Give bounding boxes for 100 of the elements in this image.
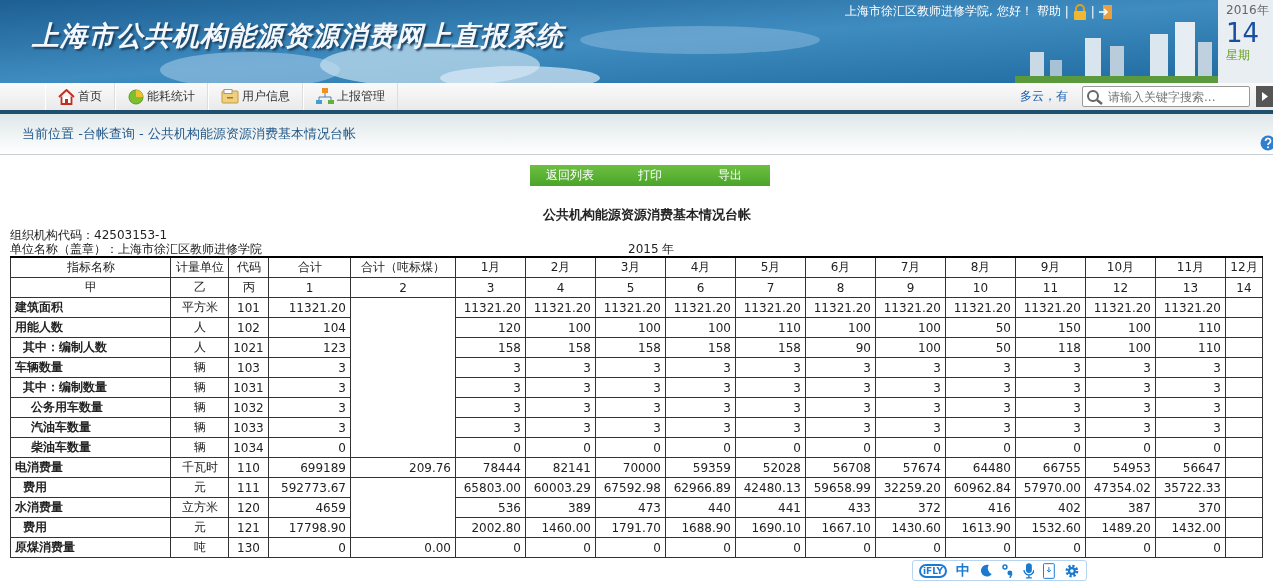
table-cell: 65803.00: [455, 477, 526, 498]
table-cell: 1791.70: [595, 517, 666, 538]
table-cell: 110: [1155, 317, 1226, 338]
tablet-icon[interactable]: [1043, 562, 1056, 579]
table-cell: 209.76: [350, 457, 456, 478]
report-year: 2015 年: [628, 242, 675, 256]
table-cell: 101: [228, 297, 269, 318]
org-code: 组织机构代码：42503153-1: [10, 228, 169, 242]
table-cell: 11321.20: [525, 297, 596, 318]
table-cell: 0: [805, 537, 876, 558]
table-cell: 9: [875, 277, 946, 298]
table-cell: 7: [735, 277, 806, 298]
exit-door-icon[interactable]: [1098, 3, 1113, 20]
help-link[interactable]: 帮助: [1036, 3, 1061, 20]
table-cell: 372: [875, 497, 946, 518]
date-day: 14: [1226, 19, 1260, 47]
nav-item[interactable]: 能耗统计: [115, 83, 208, 110]
table-cell: 3: [1155, 377, 1226, 398]
table-cell: 441: [735, 497, 806, 518]
table-cell: 11321.20: [735, 297, 806, 318]
table-cell: 3: [945, 397, 1016, 418]
table-cell: 440: [665, 497, 736, 518]
ime-logo[interactable]: iFLY: [919, 563, 948, 578]
table-cell: 1432.00: [1155, 517, 1226, 538]
table-cell: 110: [1155, 337, 1226, 358]
table-cell: 11321.20: [268, 297, 351, 318]
table-cell: 0: [945, 437, 1016, 458]
table-cell: 158: [665, 337, 736, 358]
column-header: 合计: [268, 257, 351, 278]
triangle-icon: [1261, 92, 1268, 101]
table-cell: 56647: [1155, 457, 1226, 478]
table-cell: 6: [665, 277, 736, 298]
table-cell: 100: [805, 317, 876, 338]
table-cell: 0: [268, 537, 351, 558]
column-header: 9月: [1015, 257, 1086, 278]
table-cell: 592773.67: [268, 477, 351, 498]
table-cell: 416: [945, 497, 1016, 518]
table-cell: 0: [1085, 537, 1156, 558]
table-cell: 用能人数: [10, 317, 171, 338]
table-cell: 3: [268, 397, 351, 418]
table-cell: 42480.13: [735, 477, 806, 498]
table-cell: 100: [665, 317, 736, 338]
table-cell: 1489.20: [1085, 517, 1156, 538]
table-cell: 人: [170, 317, 229, 338]
action-button[interactable]: 导出: [690, 165, 770, 186]
table-cell: 389: [525, 497, 596, 518]
column-header: 1月: [455, 257, 526, 278]
table-cell: 3: [1085, 397, 1156, 418]
table-cell: 57674: [875, 457, 946, 478]
table-cell: 1460.00: [525, 517, 596, 538]
table-cell: 0: [665, 437, 736, 458]
greeting-text: 上海市徐汇区教师进修学院, 您好！: [845, 3, 1033, 20]
input-mode-toggle[interactable]: 中: [956, 561, 971, 580]
nav-item[interactable]: 首页: [45, 83, 115, 110]
nav-item[interactable]: 上报管理: [303, 83, 398, 110]
table-cell: 699189: [268, 457, 351, 478]
table-cell: 1688.90: [665, 517, 736, 538]
table-cell: 3: [1155, 397, 1226, 418]
table-cell: 5: [595, 277, 666, 298]
action-button[interactable]: 打印: [610, 165, 690, 186]
search-field[interactable]: 请输入关键字搜索...: [1082, 86, 1250, 107]
table-cell: 3: [1155, 417, 1226, 438]
help-icon[interactable]: [1260, 135, 1273, 151]
table-cell: 3: [735, 357, 806, 378]
table-cell: 17798.90: [268, 517, 351, 538]
table-cell: 11321.20: [805, 297, 876, 318]
table-cell: 57970.00: [1015, 477, 1086, 498]
microphone-icon[interactable]: [1022, 562, 1035, 579]
date-weekday: 星期: [1226, 47, 1250, 64]
table-cell: 0.00: [350, 537, 456, 558]
table-cell: 100: [1085, 317, 1156, 338]
table-cell: 柴油车数量: [10, 437, 171, 458]
nav-item[interactable]: 用户信息: [208, 83, 303, 110]
table-cell: 13: [1155, 277, 1226, 298]
table-cell: 121: [228, 517, 269, 538]
table-cell: 66755: [1015, 457, 1086, 478]
table-cell: 158: [455, 337, 526, 358]
table-cell: 辆: [170, 397, 229, 418]
table-cell: 3: [595, 377, 666, 398]
column-header: 8月: [945, 257, 1016, 278]
table-cell: 3: [455, 397, 526, 418]
search-button[interactable]: [1256, 86, 1273, 107]
table-cell: 11321.20: [1155, 297, 1226, 318]
table-cell: 0: [1015, 537, 1086, 558]
table-cell: 乙: [170, 277, 229, 298]
table-cell: 3: [665, 377, 736, 398]
punctuation-icon[interactable]: [1001, 563, 1014, 578]
table-cell: 3: [805, 357, 876, 378]
unit-name: 单位名称（盖章）：上海市徐汇区教师进修学院: [10, 242, 262, 256]
table-cell: 100: [875, 317, 946, 338]
action-button[interactable]: 返回列表: [530, 165, 610, 186]
column-header: 12月: [1225, 257, 1263, 278]
table-cell: 54953: [1085, 457, 1156, 478]
settings-icon[interactable]: [1064, 562, 1080, 579]
table-cell: 100: [525, 317, 596, 338]
table-cell: 千瓦时: [170, 457, 229, 478]
table-cell: 402: [1015, 497, 1086, 518]
table-cell: 50: [945, 317, 1016, 338]
table-cell: 丙: [228, 277, 269, 298]
moon-icon[interactable]: [979, 563, 993, 578]
